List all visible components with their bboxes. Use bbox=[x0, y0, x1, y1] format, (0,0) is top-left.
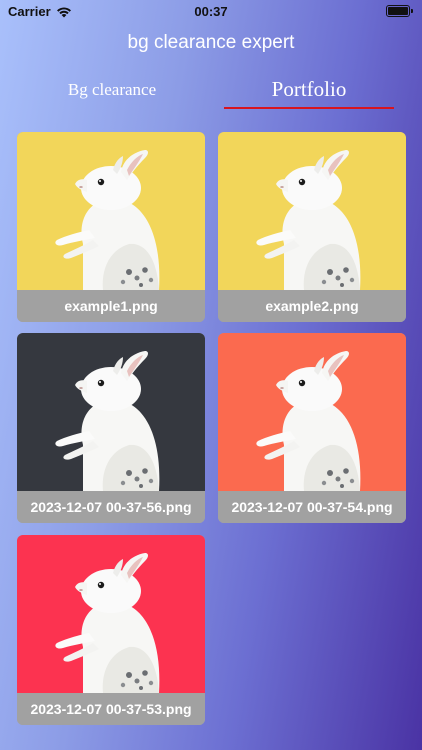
rabbit-image bbox=[17, 333, 205, 491]
tab-selected-indicator bbox=[224, 107, 394, 109]
tab-bg-clearance[interactable]: Bg clearance bbox=[20, 74, 204, 106]
tab-bar: Bg clearance Portfolio bbox=[0, 74, 422, 114]
portfolio-item[interactable]: 2023-12-07 00-37-56.png bbox=[17, 333, 205, 523]
portfolio-item-filename: 2023-12-07 00-37-54.png bbox=[218, 491, 406, 523]
rabbit-image bbox=[17, 132, 205, 290]
rabbit-image bbox=[218, 333, 406, 491]
status-time: 00:37 bbox=[194, 4, 228, 19]
portfolio-item[interactable]: 2023-12-07 00-37-53.png bbox=[17, 535, 205, 725]
rabbit-image bbox=[218, 132, 406, 290]
app-title: bg clearance expert bbox=[127, 32, 295, 53]
portfolio-item-filename: 2023-12-07 00-37-53.png bbox=[17, 693, 205, 725]
portfolio-item-filename: 2023-12-07 00-37-56.png bbox=[17, 491, 205, 523]
portfolio-item[interactable]: example1.png bbox=[17, 132, 205, 322]
portfolio-item-filename: example2.png bbox=[218, 290, 406, 322]
portfolio-item[interactable]: example2.png bbox=[218, 132, 406, 322]
tab-portfolio[interactable]: Portfolio bbox=[224, 74, 394, 106]
portfolio-item[interactable]: 2023-12-07 00-37-54.png bbox=[218, 333, 406, 523]
rabbit-image bbox=[17, 535, 205, 693]
portfolio-item-filename: example1.png bbox=[17, 290, 205, 322]
battery-icon bbox=[386, 5, 413, 17]
status-bar: Carrier 00:37 bbox=[0, 0, 422, 22]
